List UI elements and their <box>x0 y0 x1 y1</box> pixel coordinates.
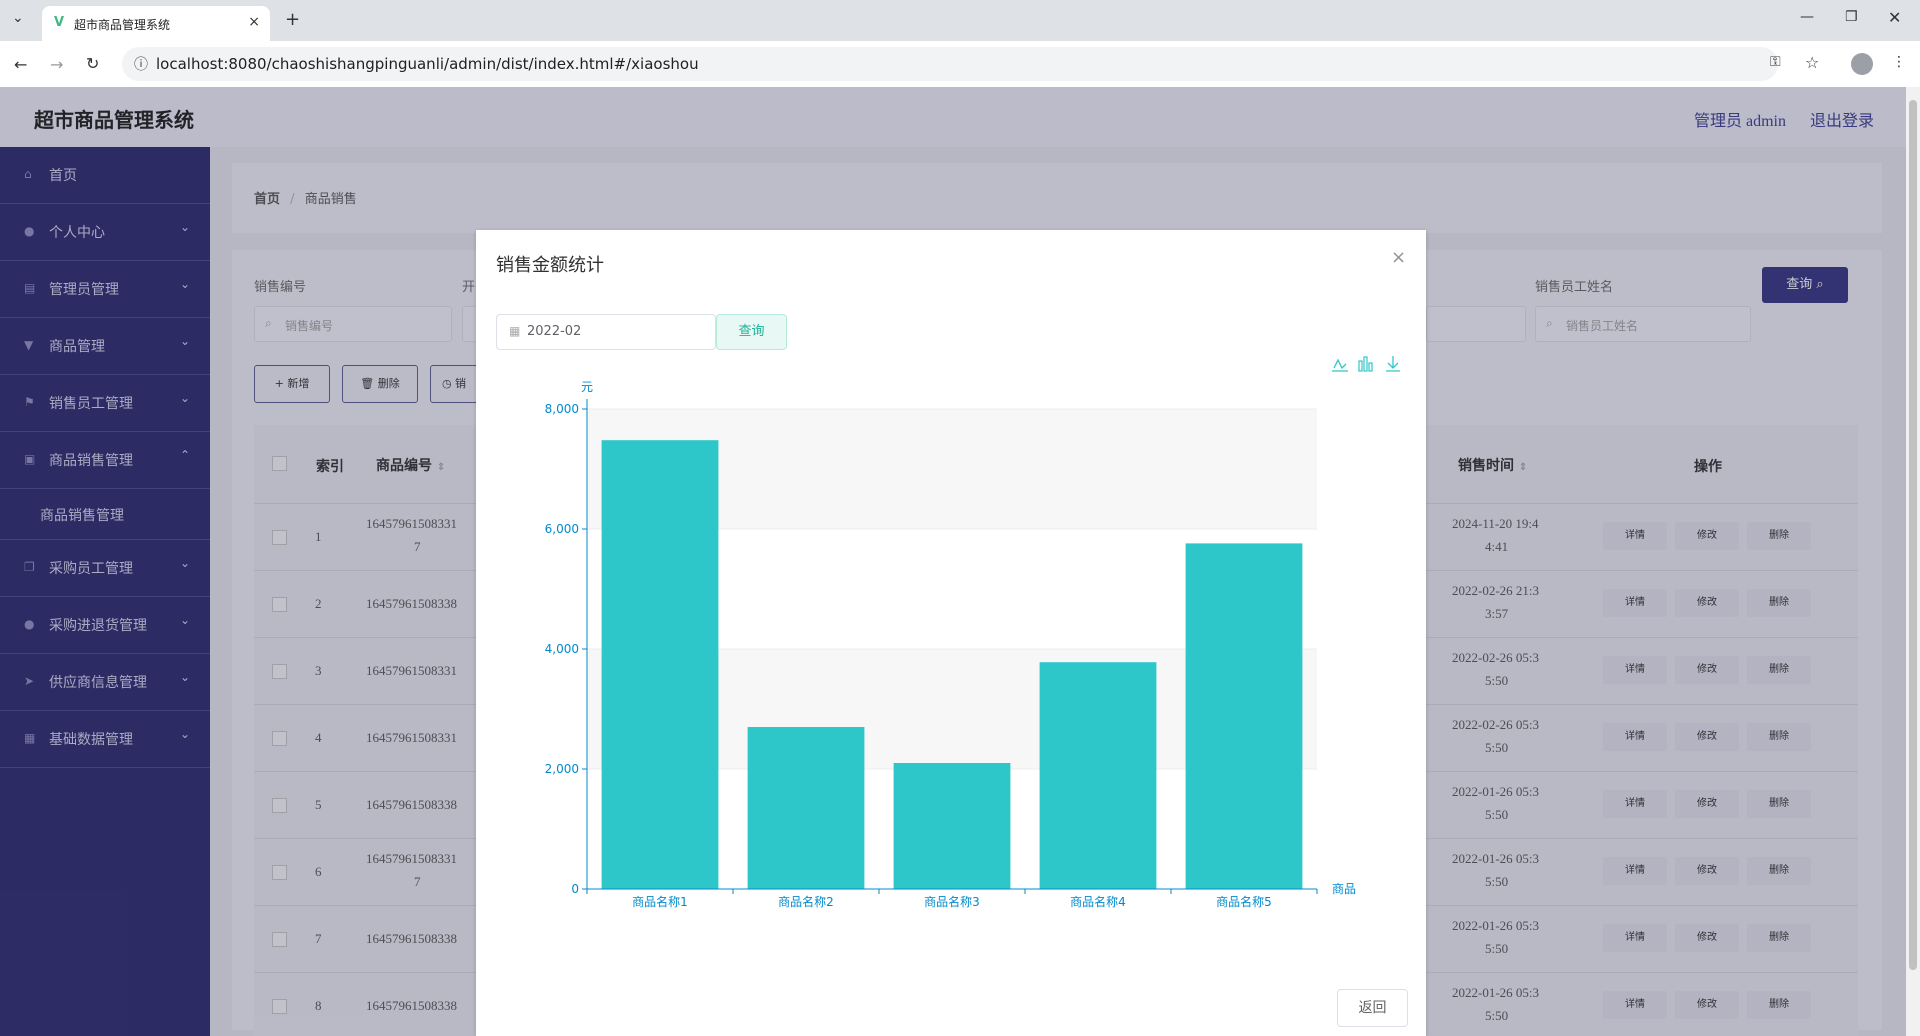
y-tick-label: 6,000 <box>545 522 579 536</box>
back-icon[interactable]: ← <box>14 55 27 74</box>
x-tick-label: 商品名称2 <box>778 894 834 909</box>
y-tick-label: 8,000 <box>545 402 579 416</box>
reload-icon[interactable]: ↻ <box>86 54 99 73</box>
bar-商品名称5 <box>1185 543 1303 889</box>
bar-商品名称3 <box>893 763 1011 889</box>
restore-icon[interactable]: ❐ <box>1845 9 1858 25</box>
menu-dots-icon[interactable]: ⋮ <box>1892 54 1906 70</box>
y-axis-name: 元 <box>581 380 593 394</box>
x-tick-label: 商品名称1 <box>632 894 688 909</box>
y-tick-label: 0 <box>571 882 579 896</box>
x-tick-label: 商品名称4 <box>1070 894 1126 909</box>
site-info-icon[interactable]: ⓘ <box>134 54 148 74</box>
calendar-icon: ▦ <box>509 324 521 338</box>
bar-商品名称2 <box>747 727 865 889</box>
return-button[interactable]: 返回 <box>1337 989 1408 1027</box>
y-tick-label: 2,000 <box>545 762 579 776</box>
month-value: 2022-02 <box>527 324 582 339</box>
save-image-icon[interactable] <box>1386 356 1400 372</box>
x-tick-label: 商品名称5 <box>1216 894 1272 909</box>
tab-title: 超市商品管理系统 <box>74 18 171 32</box>
window-close-icon[interactable]: ✕ <box>1888 8 1901 27</box>
x-axis-name: 商品 <box>1332 881 1356 896</box>
dialog-close-icon[interactable]: × <box>1391 247 1406 268</box>
key-icon[interactable]: ⚿ <box>1770 54 1781 70</box>
y-tick-label: 4,000 <box>545 642 579 656</box>
bookmark-star-icon[interactable]: ☆ <box>1805 53 1819 72</box>
url-field[interactable]: ⓘ localhost:8080/chaoshishangpinguanli/a… <box>122 47 1778 81</box>
profile-avatar[interactable] <box>1851 53 1873 75</box>
tab-close-icon[interactable]: × <box>248 14 260 30</box>
forward-icon[interactable]: → <box>50 55 63 74</box>
bar-商品名称1 <box>601 440 719 889</box>
x-tick-label: 商品名称3 <box>924 894 980 909</box>
sales-bar-chart: 0 2,000 4,000 6,000 8,000 商品名称1 商品名称2 商品名称3 商品名称… <box>545 356 1400 909</box>
new-tab-icon[interactable]: + <box>285 9 300 30</box>
url-text: localhost:8080/chaoshishangpinguanli/adm… <box>156 55 699 73</box>
browser-tab[interactable]: V 超市商品管理系统 × <box>42 6 270 41</box>
tab-search-icon[interactable]: ⌄ <box>12 10 24 26</box>
bar-chart-toggle-icon[interactable] <box>1358 356 1373 372</box>
minimize-icon[interactable]: — <box>1800 9 1814 25</box>
vue-favicon-icon: V <box>54 15 65 30</box>
scrollbar-thumb[interactable] <box>1909 100 1917 970</box>
dialog-title: 销售金额统计 <box>496 255 604 276</box>
bar-商品名称4 <box>1039 662 1157 889</box>
line-chart-toggle-icon[interactable] <box>1332 358 1348 372</box>
